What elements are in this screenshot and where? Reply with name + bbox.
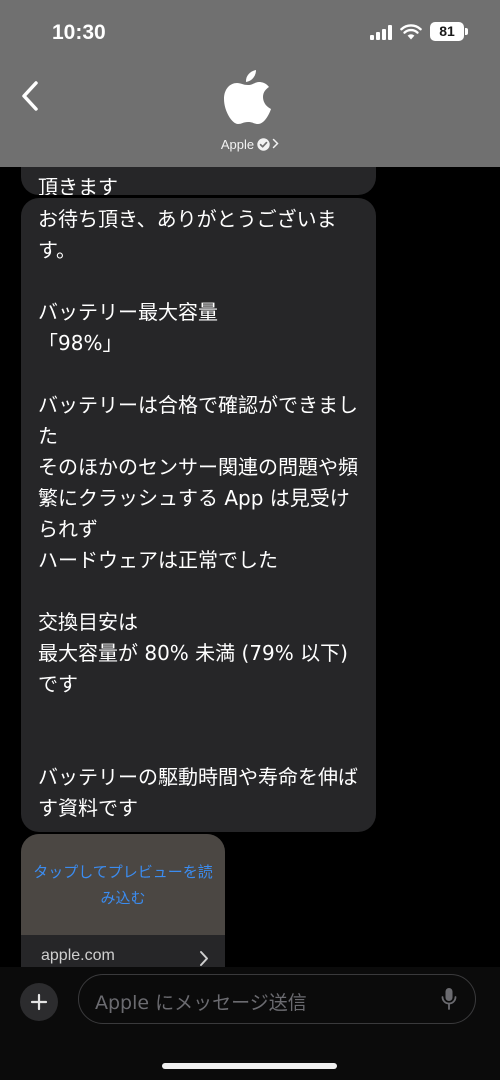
message-input[interactable]: Apple にメッセージ送信	[78, 974, 476, 1024]
apple-logo-icon[interactable]	[222, 68, 274, 126]
link-preview-card[interactable]: タップしてプレビューを読み込む apple.com	[21, 834, 225, 967]
message-list[interactable]: 頂きます お待ち頂き、ありがとうございます。 バッテリー最大容量 「98%」 バ…	[0, 167, 500, 967]
contact-name: Apple	[220, 137, 255, 152]
message-text: 頂きます	[38, 175, 118, 195]
status-time: 10:30	[52, 21, 106, 44]
chevron-right-icon	[200, 951, 208, 966]
message-input-placeholder: Apple にメッセージ送信	[95, 992, 307, 1014]
status-icons: 81	[370, 22, 468, 41]
battery-icon: 81	[430, 22, 468, 41]
message-bubble-previous[interactable]: 頂きます	[21, 167, 376, 195]
verified-badge-icon	[257, 138, 270, 151]
message-bubble[interactable]: お待ち頂き、ありがとうございます。 バッテリー最大容量 「98%」 バッテリーは…	[21, 198, 376, 832]
contact-name-row[interactable]: Apple	[0, 137, 500, 152]
link-preview-image[interactable]: タップしてプレビューを読み込む	[21, 834, 225, 935]
home-indicator	[162, 1063, 337, 1069]
chevron-right-icon	[272, 138, 279, 149]
tap-to-load-preview[interactable]: タップしてプレビューを読み込む	[33, 859, 213, 911]
message-text: お待ち頂き、ありがとうございます。 バッテリー最大容量 「98%」 バッテリーは…	[38, 207, 358, 820]
conversation-header: 10:30 81 Apple	[0, 0, 500, 167]
link-domain: apple.com	[41, 947, 115, 964]
add-attachment-button[interactable]	[20, 983, 58, 1021]
wifi-icon	[400, 23, 422, 39]
cellular-signal-icon	[370, 24, 392, 40]
back-chevron-icon[interactable]	[20, 80, 40, 112]
message-composer: Apple にメッセージ送信	[0, 967, 500, 1080]
plus-icon	[30, 993, 48, 1011]
microphone-icon[interactable]	[441, 987, 457, 1011]
